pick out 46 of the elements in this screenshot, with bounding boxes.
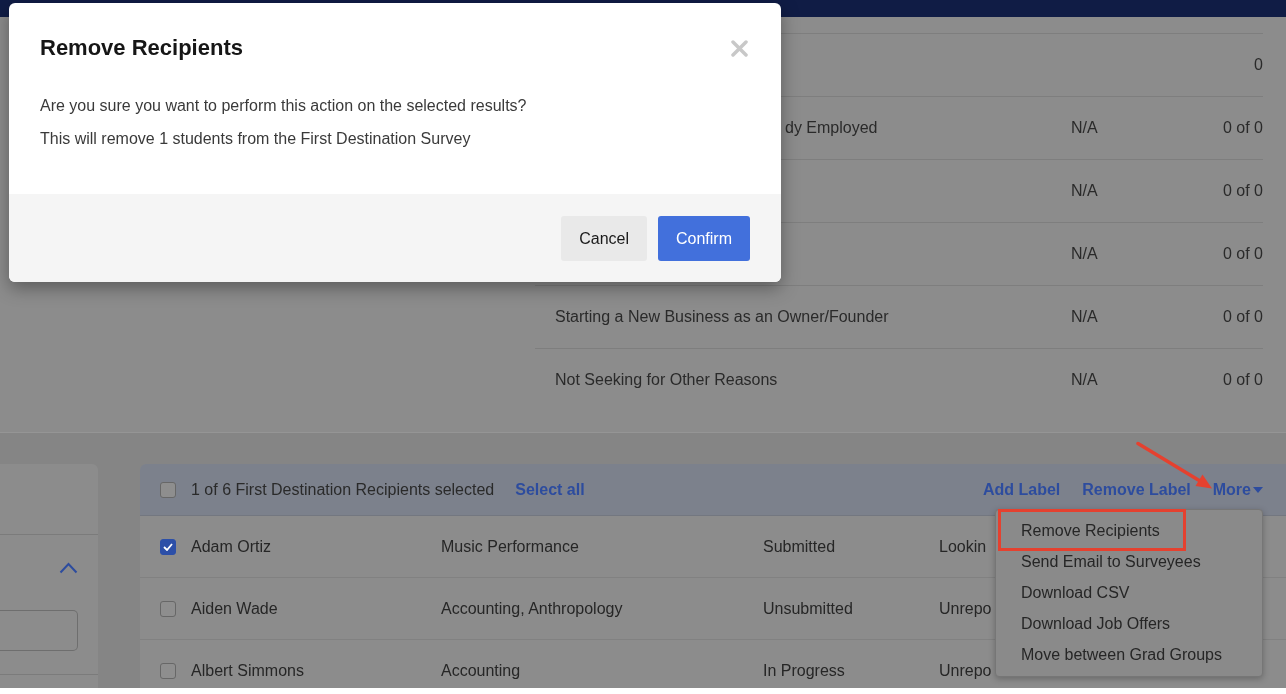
table-cell: 0 [1254, 56, 1263, 74]
table-cell: Music Performance [441, 537, 579, 556]
table-cell: Lookin [939, 537, 987, 556]
dialog-message: This will remove 1 students from the First Destination Survey [40, 129, 472, 149]
menu-item[interactable]: Move between Grad Groups [1021, 645, 1222, 665]
table-cell: N/A [1071, 182, 1098, 200]
input-field[interactable] [0, 610, 78, 651]
table-cell: Adam Ortiz [191, 537, 271, 556]
table-cell: 0 of 0 [1222, 371, 1263, 389]
table-cell: 0 of 0 [1222, 308, 1263, 326]
cancel-button[interactable]: Cancel [561, 216, 647, 261]
table-cell: 0 of 0 [1222, 119, 1263, 137]
menu-item[interactable]: Send Email to Surveyees [1021, 552, 1201, 572]
chevron-up-icon[interactable] [59, 562, 78, 574]
table-cell: Not Seeking for Other Reasons [555, 371, 778, 389]
close-icon[interactable] [731, 39, 748, 57]
checkbox[interactable] [160, 600, 176, 617]
checkmark-icon [163, 542, 173, 551]
checkbox[interactable] [160, 662, 176, 679]
table-cell: Aiden Wade [191, 599, 278, 618]
menu-item[interactable]: Download Job Offers [1021, 614, 1171, 634]
table-cell: 0 of 0 [1222, 245, 1263, 263]
table-cell: Unrepo [939, 661, 992, 680]
caret-icon [1253, 486, 1263, 493]
table-cell: Submitted [763, 537, 836, 556]
menu-item[interactable]: Remove Recipients [1021, 521, 1160, 541]
selection-summary: 1 of 6 First Destination Recipients selected [191, 480, 495, 499]
menu-item[interactable]: Download CSV [1021, 583, 1130, 603]
table-cell: N/A [1071, 119, 1098, 137]
table-cell: In Progress [763, 661, 845, 680]
checkbox[interactable] [160, 538, 176, 555]
table-cell: Accounting [441, 661, 521, 680]
checkbox[interactable] [160, 481, 176, 498]
table-cell: 0 of 0 [1222, 182, 1263, 200]
table-cell: N/A [1071, 245, 1098, 263]
table-cell: Unsubmitted [763, 599, 853, 618]
table-cell: dy Employed [785, 119, 878, 137]
table-cell: Albert Simmons [191, 661, 304, 680]
dialog-title: Remove Recipients [40, 34, 243, 62]
table-cell: Unrepo [939, 599, 992, 618]
table-cell: Starting a New Business as an Owner/Founder [555, 308, 889, 326]
dialog-message: Are you sure you want to perform this action on the selected results? [40, 96, 528, 116]
table-cell: Accounting, Anthropology [441, 599, 623, 618]
table-cell: N/A [1071, 371, 1098, 389]
table-cell: N/A [1071, 308, 1098, 326]
confirm-button[interactable]: Confirm [658, 216, 750, 261]
